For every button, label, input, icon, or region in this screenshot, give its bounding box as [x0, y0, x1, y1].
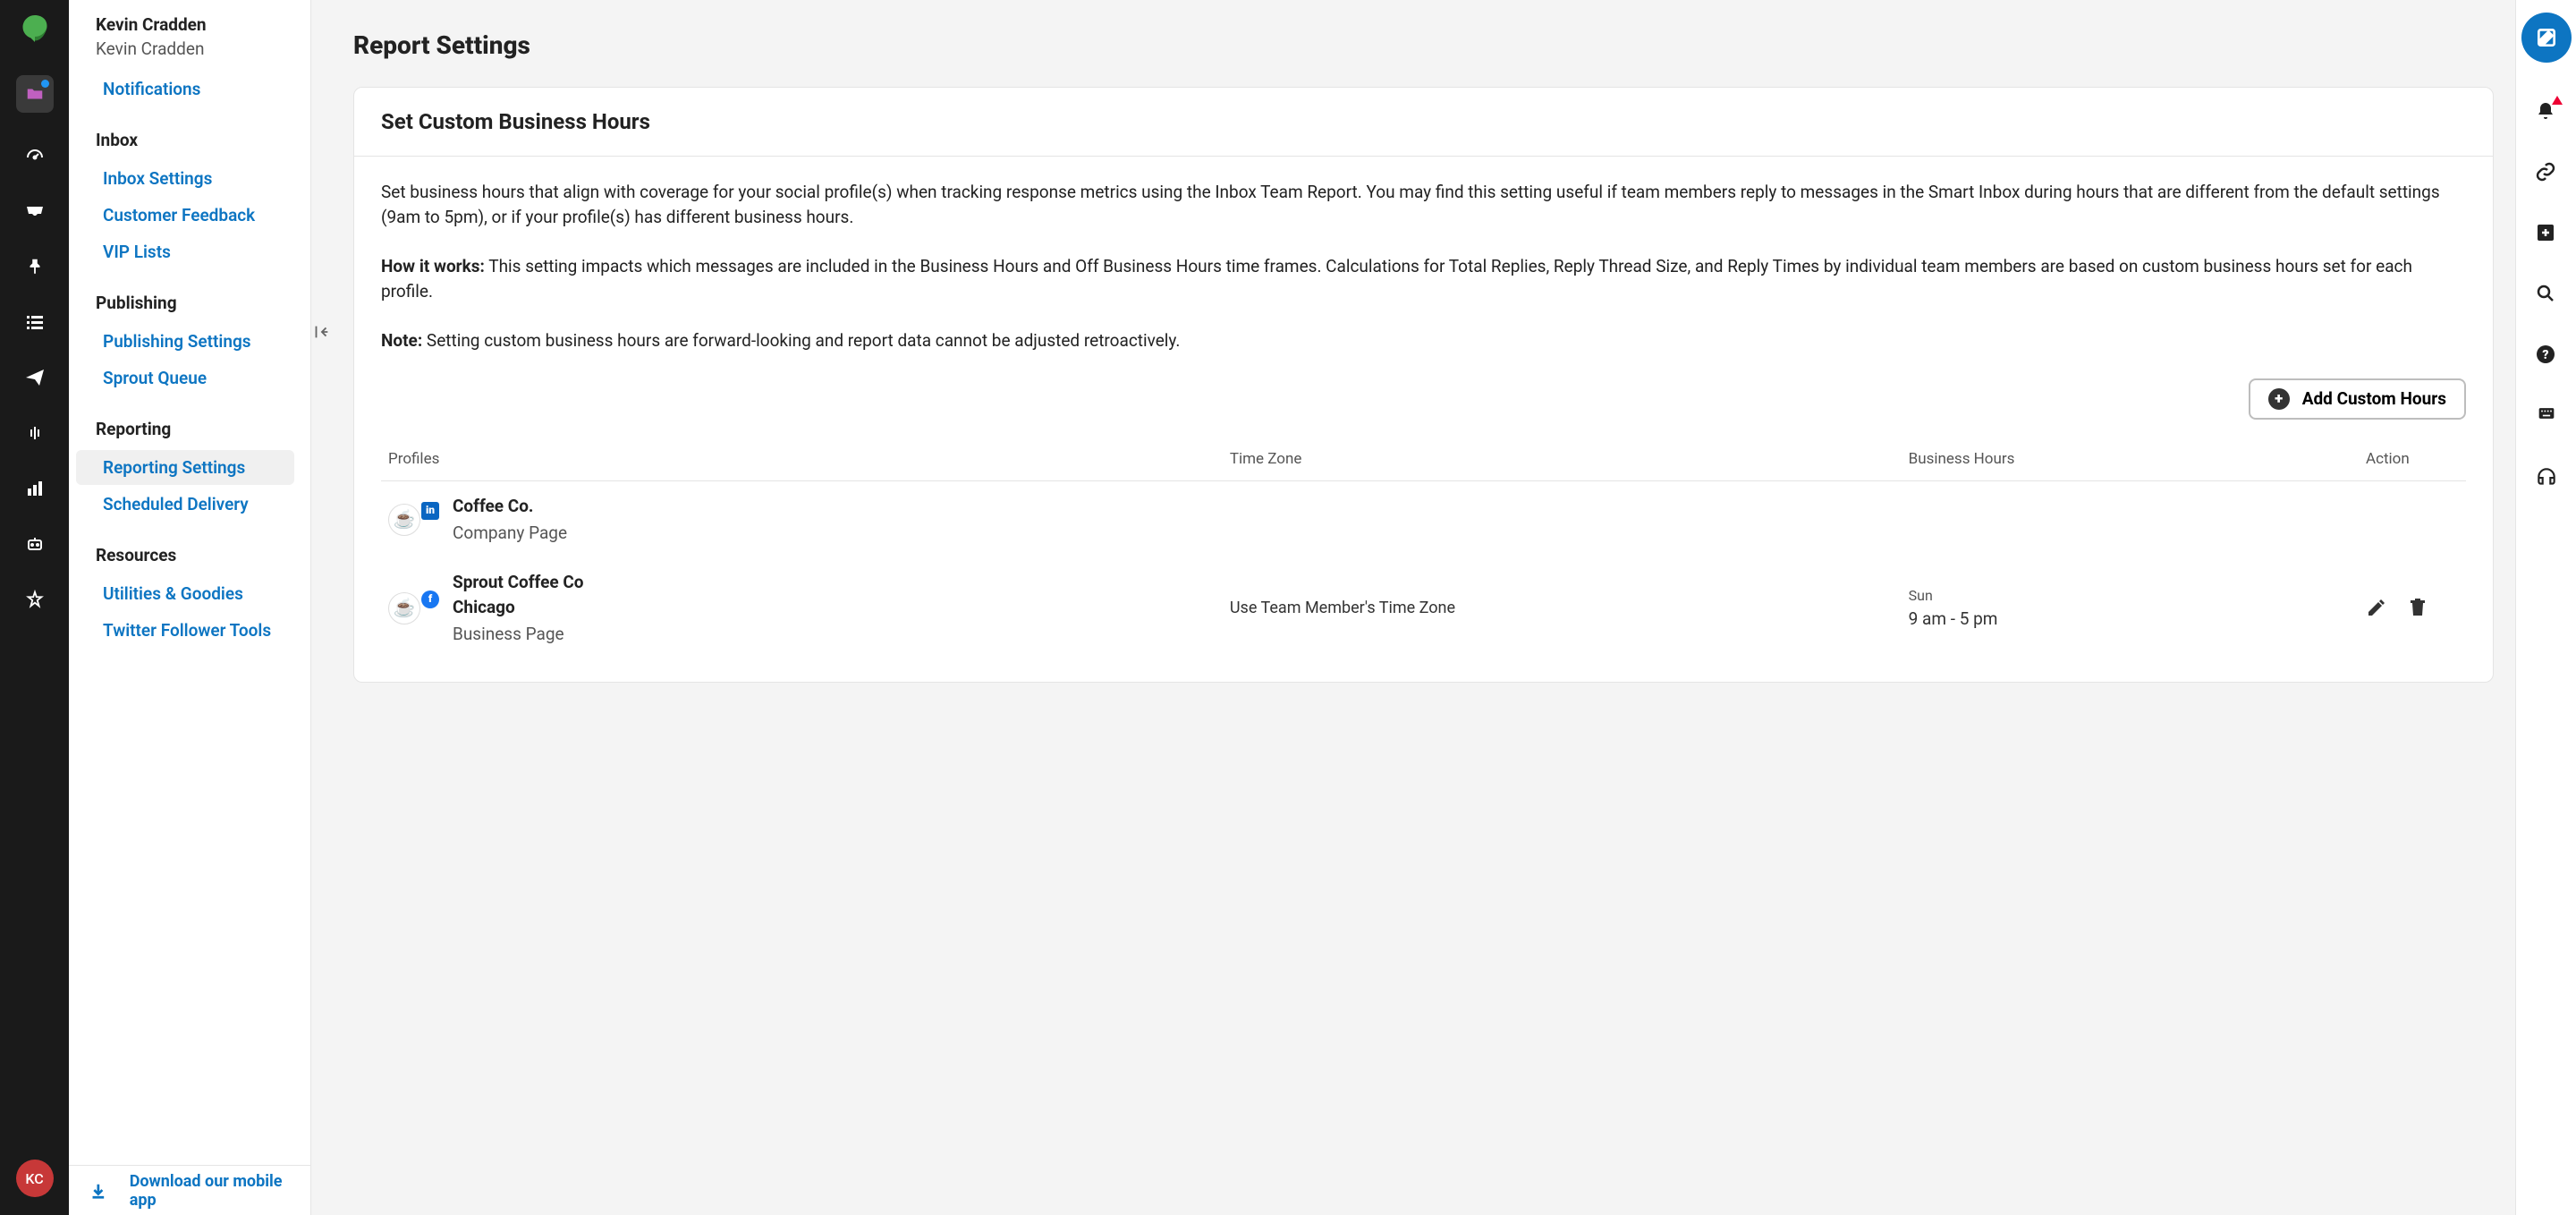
how-label: How it works:: [381, 256, 485, 276]
edit-icon[interactable]: [2366, 597, 2389, 620]
plus-circle-icon: +: [2268, 388, 2290, 410]
business-hours-table: Profiles Time Zone Business Hours Action…: [381, 438, 2466, 658]
table-row: ☕ f Sprout Coffee Co Chicago Business Pa…: [381, 557, 2466, 658]
sidebar-link-sprout-queue[interactable]: Sprout Queue: [76, 361, 294, 395]
card-note: Note: Setting custom business hours are …: [381, 328, 2466, 353]
page-title: Report Settings: [353, 30, 2494, 60]
download-app-label: Download our mobile app: [130, 1172, 310, 1210]
facebook-icon: f: [421, 591, 439, 608]
star-icon[interactable]: [22, 587, 47, 612]
support-icon[interactable]: [2535, 465, 2558, 489]
inbox-icon[interactable]: [22, 199, 47, 224]
right-rail: ?: [2515, 0, 2576, 1215]
sidebar-group-reporting: Reporting: [69, 397, 301, 448]
cell-timezone: [1223, 481, 1902, 558]
delete-icon[interactable]: [2407, 597, 2430, 620]
sidebar-link-notifications[interactable]: Notifications: [76, 72, 294, 106]
bell-icon[interactable]: [2535, 100, 2558, 123]
hours-day: Sun: [1909, 585, 2351, 606]
add-button-label: Add Custom Hours: [2302, 388, 2446, 409]
nav-folder[interactable]: [16, 75, 54, 113]
card-title: Set Custom Business Hours: [354, 88, 2493, 157]
cell-hours: [1902, 481, 2359, 558]
bot-icon[interactable]: [22, 531, 47, 557]
sidebar-link-utilities[interactable]: Utilities & Goodies: [76, 576, 294, 611]
note-label: Note:: [381, 330, 422, 351]
svg-text:?: ?: [2542, 348, 2548, 362]
profile-name: Coffee Co.: [453, 494, 567, 519]
sidebar-group-resources: Resources: [69, 523, 301, 574]
sidebar-group-publishing: Publishing: [69, 271, 301, 322]
listening-icon[interactable]: [22, 421, 47, 446]
sidebar-link-publishing-settings[interactable]: Publishing Settings: [76, 324, 294, 359]
sidebar-link-scheduled-delivery[interactable]: Scheduled Delivery: [76, 487, 294, 522]
link-icon[interactable]: [2535, 161, 2558, 184]
user-subtitle: Kevin Cradden: [96, 38, 292, 59]
content-area: Report Settings Set Custom Business Hour…: [311, 0, 2515, 1215]
profile-subtitle: Company Page: [453, 521, 567, 546]
help-icon[interactable]: ?: [2535, 344, 2558, 367]
dashboard-icon[interactable]: [22, 143, 47, 168]
app-logo[interactable]: [19, 13, 51, 45]
alert-dot: [2552, 96, 2563, 105]
profile-name: Sprout Coffee Co Chicago: [453, 570, 596, 619]
user-avatar[interactable]: KC: [16, 1160, 54, 1197]
card-how-it-works: How it works: This setting impacts which…: [381, 254, 2466, 303]
sidebar-link-vip-lists[interactable]: VIP Lists: [76, 234, 294, 269]
sidebar-link-customer-feedback[interactable]: Customer Feedback: [76, 198, 294, 233]
add-box-icon[interactable]: [2535, 222, 2558, 245]
add-custom-hours-button[interactable]: + Add Custom Hours: [2249, 378, 2466, 420]
cell-hours: Sun 9 am - 5 pm: [1902, 557, 2359, 658]
profile-subtitle: Business Page: [453, 622, 596, 647]
settings-sidebar: Kevin Cradden Kevin Cradden Notification…: [69, 0, 311, 1215]
card-description: Set business hours that align with cover…: [381, 180, 2466, 229]
user-name: Kevin Cradden: [96, 14, 292, 35]
profile-avatar: ☕ f: [388, 592, 420, 624]
business-hours-card: Set Custom Business Hours Set business h…: [353, 87, 2494, 683]
cell-timezone: Use Team Member's Time Zone: [1223, 557, 1902, 658]
send-icon[interactable]: [22, 365, 47, 390]
compose-button[interactable]: [2521, 13, 2572, 63]
table-row: ☕ in Coffee Co. Company Page: [381, 481, 2466, 558]
sidebar-group-inbox: Inbox: [69, 108, 301, 159]
reports-icon[interactable]: [22, 476, 47, 501]
pin-icon[interactable]: [22, 254, 47, 279]
download-app-link[interactable]: Download our mobile app: [69, 1165, 310, 1215]
col-action: Action: [2359, 438, 2466, 481]
notification-dot: [41, 80, 49, 88]
sidebar-user: Kevin Cradden Kevin Cradden: [69, 0, 310, 70]
how-text: This setting impacts which messages are …: [381, 256, 2412, 302]
sidebar-link-inbox-settings[interactable]: Inbox Settings: [76, 161, 294, 196]
nav-rail: KC: [0, 0, 69, 1215]
linkedin-icon: in: [421, 502, 439, 520]
col-profiles: Profiles: [381, 438, 1223, 481]
col-timezone: Time Zone: [1223, 438, 1902, 481]
sidebar-link-twitter-tools[interactable]: Twitter Follower Tools: [76, 613, 294, 648]
col-hours: Business Hours: [1902, 438, 2359, 481]
profile-avatar: ☕ in: [388, 504, 420, 536]
list-icon[interactable]: [22, 310, 47, 335]
search-icon[interactable]: [2535, 283, 2558, 306]
hours-time: 9 am - 5 pm: [1909, 607, 2351, 632]
note-text: Setting custom business hours are forwar…: [427, 330, 1181, 351]
sidebar-link-reporting-settings[interactable]: Reporting Settings: [76, 450, 294, 485]
keyboard-icon[interactable]: [2535, 404, 2558, 428]
